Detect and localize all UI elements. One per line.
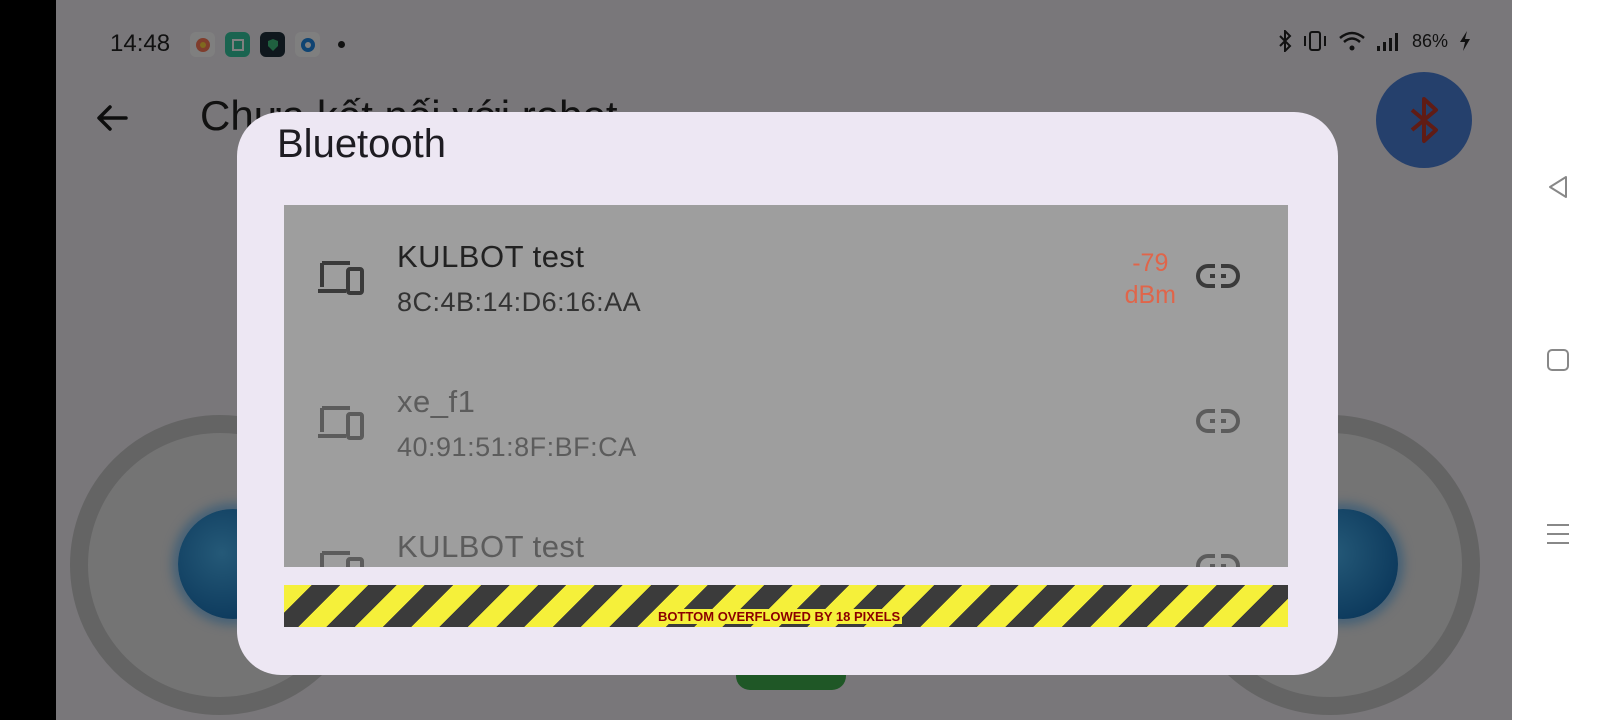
rssi-number: -79 [1132, 249, 1169, 277]
device-row[interactable]: xe_f1 40:91:51:8F:BF:CA [284, 350, 1288, 495]
device-name: KULBOT test [397, 239, 585, 274]
rssi-unit: dBm [1124, 281, 1176, 309]
device-row[interactable]: KULBOT test [284, 495, 1288, 567]
overflow-warning-stripe: BOTTOM OVERFLOWED BY 18 PIXELS [284, 585, 1288, 627]
nav-menu-icon[interactable] [1546, 522, 1570, 546]
dialog-title: Bluetooth [277, 122, 447, 166]
link-icon[interactable] [1196, 553, 1240, 567]
devices-icon [318, 261, 364, 295]
link-icon[interactable] [1196, 263, 1240, 289]
overflow-message: BOTTOM OVERFLOWED BY 18 PIXELS [656, 609, 903, 624]
devices-icon [320, 551, 364, 567]
devices-icon [318, 406, 364, 440]
nav-home-icon[interactable] [1546, 348, 1570, 372]
left-bezel [0, 0, 56, 720]
link-icon[interactable] [1196, 408, 1240, 434]
device-address: 40:91:51:8F:BF:CA [397, 432, 637, 462]
device-list[interactable]: KULBOT test 8C:4B:14:D6:16:AA -79 dBm xe… [284, 205, 1288, 567]
device-address: 8C:4B:14:D6:16:AA [397, 287, 642, 317]
bluetooth-dialog: Bluetooth KULBOT test 8C:4B:14:D6:16:AA … [237, 112, 1338, 675]
device-row[interactable]: KULBOT test 8C:4B:14:D6:16:AA -79 dBm [284, 205, 1288, 350]
nav-back-icon[interactable] [1546, 175, 1570, 199]
rssi-value: -79 dBm [1125, 247, 1176, 311]
system-nav-bar [1512, 0, 1600, 720]
device-name: xe_f1 [397, 384, 476, 419]
device-name: KULBOT test [397, 529, 585, 564]
screen: 14:48 86% Chưa kết nối với rob [0, 0, 1600, 720]
